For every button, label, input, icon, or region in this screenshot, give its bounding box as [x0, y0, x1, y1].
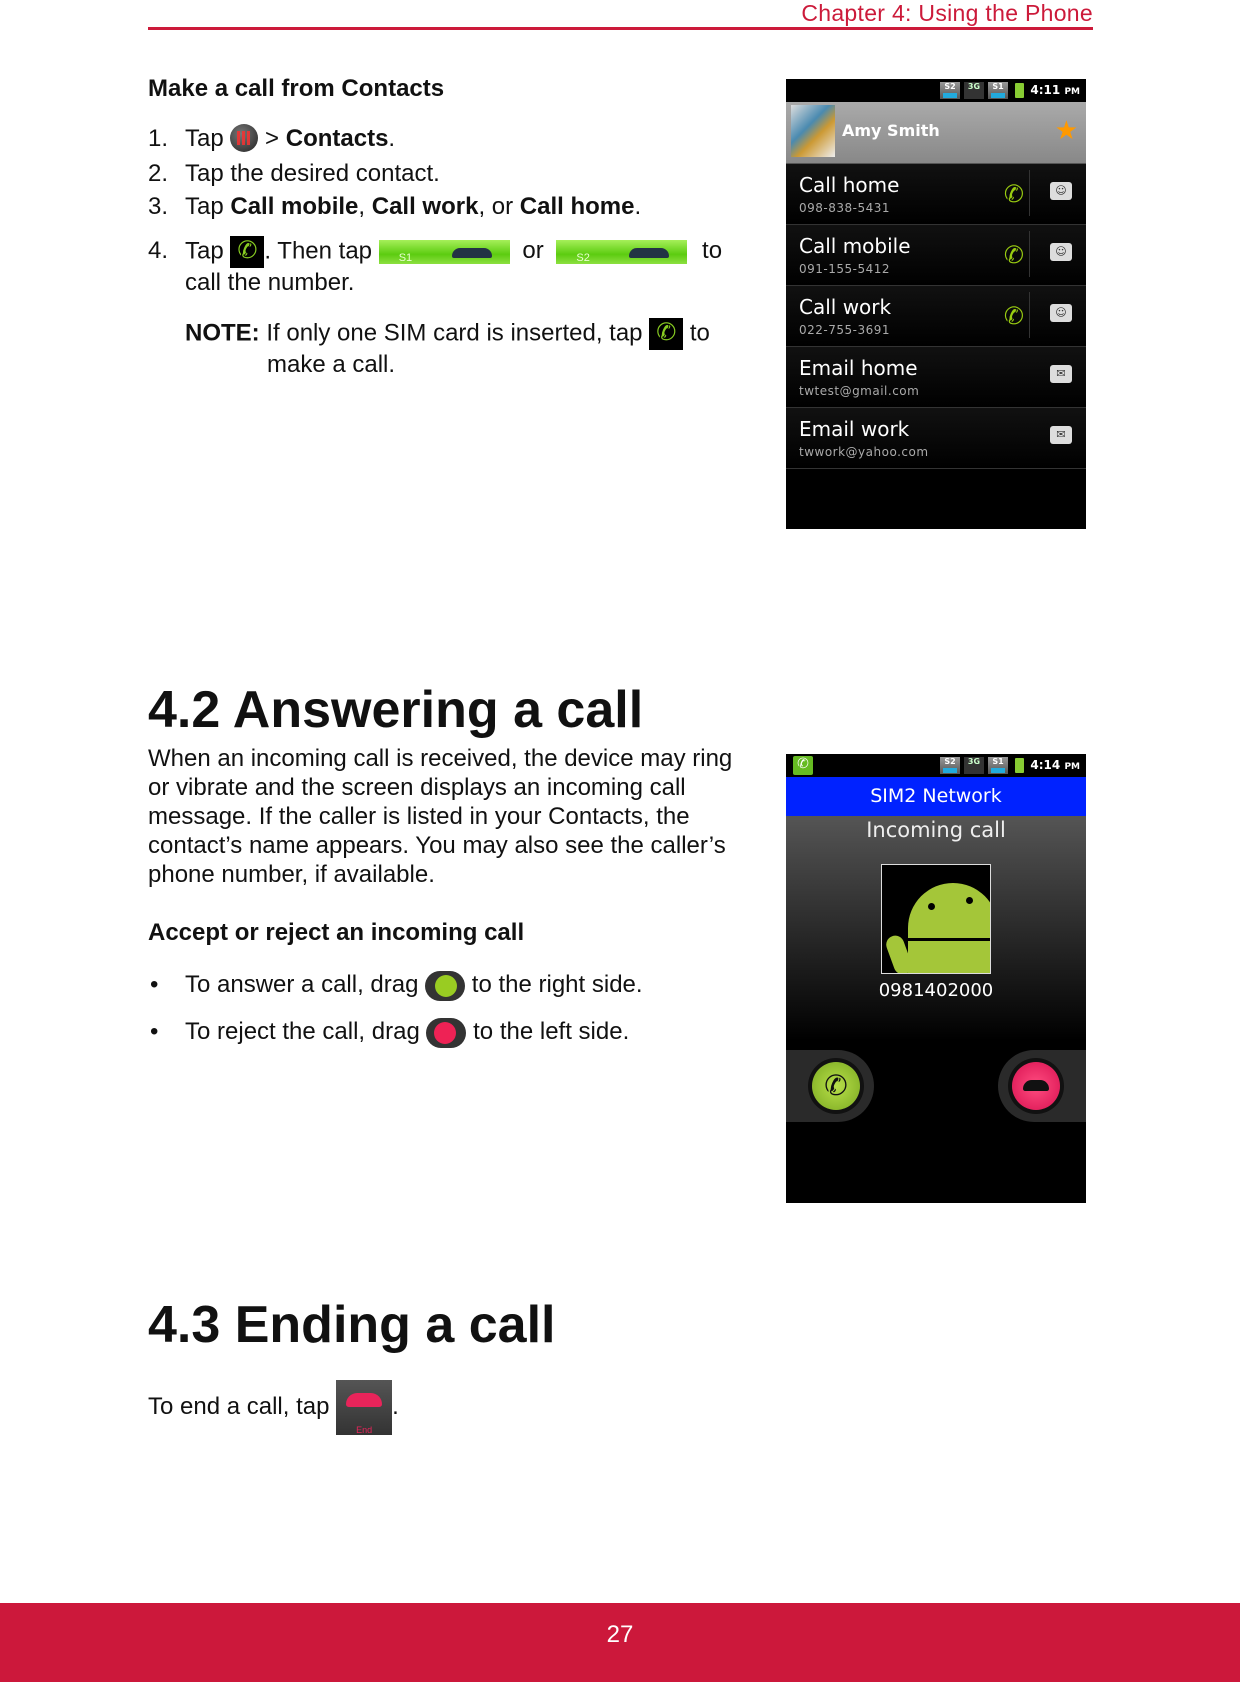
contact-row[interactable]: Email work twwork@yahoo.com ✉	[786, 408, 1086, 469]
email-icon[interactable]: ✉	[1050, 365, 1072, 383]
row-label: Email home	[799, 356, 918, 380]
3g-data-icon: 3G	[964, 757, 984, 774]
row-detail: 091-155-5412	[799, 262, 891, 276]
email-icon[interactable]: ✉	[1050, 426, 1072, 444]
caller-photo	[881, 864, 991, 974]
sim2-signal-icon: S2	[940, 82, 960, 99]
section-heading: 4.3 Ending a call	[148, 1296, 556, 1354]
sim1-signal-icon: S1	[988, 757, 1008, 774]
contact-header: Amy Smith ★	[786, 102, 1086, 164]
dial-phone-icon: ✆	[649, 318, 684, 350]
row-detail: twtest@gmail.com	[799, 384, 920, 398]
sim2-call-button-icon: S2	[556, 240, 688, 264]
divider	[1029, 170, 1030, 216]
answer-slider-icon	[425, 970, 466, 1001]
battery-icon	[1015, 83, 1024, 98]
answer-call-icon[interactable]: ✆	[812, 1062, 860, 1110]
row-detail: 022-755-3691	[799, 323, 891, 337]
end-call-button-icon: End	[336, 1380, 393, 1435]
bullet-reject: • To reject the call, drag to the left s…	[0, 1017, 740, 1051]
incoming-call-screenshot: ✆ S2 3G S1 4:14 PM SIM2 Network Incoming…	[786, 754, 1086, 1203]
reject-slider[interactable]	[998, 1050, 1086, 1122]
chapter-header: Chapter 4: Using the Phone	[801, 0, 1093, 26]
row-detail: twwork@yahoo.com	[799, 445, 929, 459]
contact-row[interactable]: Call mobile 091-155-5412 ✆ ☺	[786, 225, 1086, 286]
status-bar: S2 3G S1 4:11 PM	[786, 79, 1086, 102]
call-icon[interactable]: ✆	[1004, 302, 1024, 330]
clock: 4:14 PM	[1030, 758, 1080, 772]
call-icon[interactable]: ✆	[1004, 180, 1024, 208]
answer-slider[interactable]: ✆	[786, 1050, 874, 1122]
message-icon[interactable]: ☺	[1050, 243, 1072, 261]
divider	[1029, 292, 1030, 338]
step-text: Tap	[185, 125, 224, 152]
3g-data-icon: 3G	[964, 82, 984, 99]
step-text: Tap the desired contact.	[185, 160, 440, 187]
row-label: Call home	[799, 173, 900, 197]
contact-details-screenshot: S2 3G S1 4:11 PM Amy Smith ★ Call home 09…	[786, 79, 1086, 529]
header-divider	[148, 27, 1093, 30]
sim1-signal-icon: S1	[988, 82, 1008, 99]
caller-number: 0981402000	[878, 980, 994, 1001]
step-4: 4. Tap ✆. Then tap S1 or S2 to call the …	[148, 236, 723, 296]
status-bar: ✆ S2 3G S1 4:14 PM	[786, 754, 1086, 777]
end-call-text: To end a call, tap End .	[148, 1380, 399, 1435]
call-notification-icon: ✆	[793, 756, 813, 775]
section-heading: 4.2 Answering a call	[148, 681, 644, 739]
row-label: Call mobile	[799, 234, 911, 258]
step-number: 1.	[148, 125, 169, 152]
section-subtitle: Make a call from Contacts	[148, 75, 445, 102]
page-number: 27	[606, 1621, 634, 1648]
contact-row[interactable]: Call work 022-755-3691 ✆ ☺	[786, 286, 1086, 347]
sim2-signal-icon: S2	[940, 757, 960, 774]
sim1-call-button-icon: S1	[378, 240, 510, 264]
message-icon[interactable]: ☺	[1050, 182, 1072, 200]
reject-call-icon[interactable]	[1012, 1062, 1060, 1110]
row-label: Email work	[799, 417, 910, 441]
contact-row[interactable]: Call home 098-838-5431 ✆ ☺	[786, 164, 1086, 225]
page-footer: 27	[0, 1603, 1240, 1682]
section-subtitle: Accept or reject an incoming call	[148, 919, 525, 946]
divider	[1029, 231, 1030, 277]
dial-phone-icon: ✆	[230, 236, 265, 268]
row-detail: 098-838-5431	[799, 201, 891, 215]
step-3: 3. Tap Call mobile, Call work, or Call h…	[148, 193, 642, 220]
contact-name: Amy Smith	[842, 121, 940, 140]
call-status: Incoming call	[866, 818, 1006, 842]
note: NOTE: If only one SIM card is inserted, …	[185, 318, 710, 378]
battery-icon	[1015, 758, 1024, 773]
star-favorite-icon[interactable]: ★	[1055, 116, 1078, 146]
apps-launcher-icon	[230, 123, 259, 152]
message-icon[interactable]: ☺	[1050, 304, 1072, 322]
reject-slider-icon	[426, 1017, 467, 1048]
step-1: 1. Tap > Contacts.	[148, 123, 396, 152]
row-label: Call work	[799, 295, 892, 319]
step-2: 2. Tap the desired contact.	[148, 160, 440, 187]
call-icon[interactable]: ✆	[1004, 241, 1024, 269]
clock: 4:11 PM	[1030, 83, 1080, 97]
bullet-answer: • To answer a call, drag to the right si…	[0, 970, 740, 1004]
sim-network-banner: SIM2 Network	[786, 777, 1086, 816]
contact-row[interactable]: Email home twtest@gmail.com ✉	[786, 347, 1086, 408]
contact-photo	[791, 105, 835, 157]
answer-paragraph: When an incoming call is received, the d…	[148, 745, 733, 888]
